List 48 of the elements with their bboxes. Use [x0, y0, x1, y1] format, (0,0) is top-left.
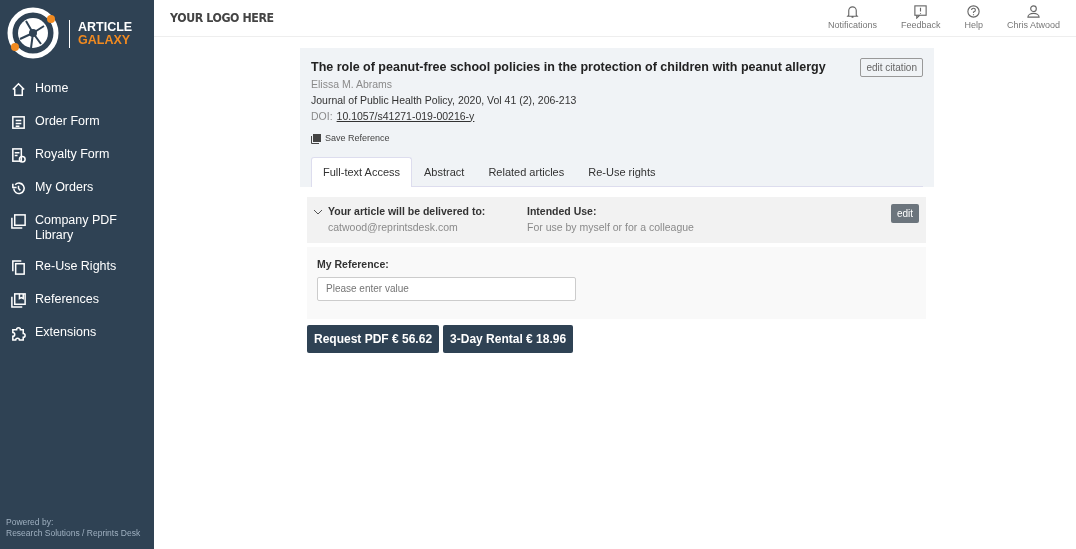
article-title: The role of peanut-free school policies in the protection of children with peanut allergy: [311, 59, 826, 76]
save-reference-link[interactable]: Save Reference: [311, 132, 390, 146]
sidebar-item[interactable]: Re-Use Rights: [0, 259, 154, 276]
delivery-label: Your article will be delivered to:: [328, 204, 487, 220]
user-icon: [1026, 3, 1041, 19]
sidebar-item[interactable]: Royalty Form: [0, 147, 154, 164]
logo-text: YOUR LOGO HERE: [170, 9, 274, 28]
request-button[interactable]: Request PDF € 56.62: [307, 324, 440, 353]
footer-text: Powered by:: [6, 517, 55, 528]
doi-link[interactable]: 10.1057/s41271-019-00216-y: [336, 108, 475, 125]
doi-label: DOI:: [311, 108, 333, 124]
history-icon: [10, 180, 27, 197]
intended-use-text: For use by myself or for a colleague: [527, 220, 695, 235]
journal-text: Journal of Public Health Policy, 2020, Vol 41 (2), 206-213: [311, 92, 578, 108]
header-action[interactable]: Notifications: [827, 3, 877, 33]
intended-use-label: Intended Use:: [527, 204, 598, 220]
brand-text: GALAXY: [78, 33, 132, 47]
puzzle-icon: [10, 325, 27, 342]
edit-citation-button[interactable]: edit citation: [860, 58, 923, 77]
sidebar-item[interactable]: Extensions: [0, 325, 154, 342]
header-action[interactable]: Feedback: [900, 3, 941, 33]
tab[interactable]: Full-text Access: [311, 156, 413, 188]
brand-text: ARTICLE: [78, 20, 133, 34]
request-button[interactable]: 3-Day Rental € 18.96: [443, 324, 574, 353]
document-icon: [10, 114, 27, 131]
bell-icon: [844, 3, 860, 19]
logo-icon: [6, 6, 61, 61]
sidebar-item[interactable]: Order Form: [0, 114, 154, 131]
email-text: catwood@reprintsdesk.com: [328, 220, 459, 235]
document-icon: [10, 147, 27, 164]
reference-label: My Reference:: [317, 256, 390, 272]
edit-button[interactable]: edit: [890, 204, 919, 224]
help-icon: [966, 3, 982, 19]
header-action[interactable]: Help: [964, 3, 983, 33]
header-action[interactable]: Chris Atwood: [1006, 3, 1060, 33]
author-text: Elissa M. Abrams: [311, 77, 394, 92]
sidebar-item[interactable]: Company PDF Library: [0, 213, 154, 243]
home-icon: [10, 81, 27, 98]
feedback-icon: [913, 3, 929, 19]
copy-icon: [10, 259, 27, 276]
tab[interactable]: Related articles: [476, 156, 577, 187]
reference-field[interactable]: Please enter value: [317, 276, 576, 301]
sidebar-item[interactable]: Home: [0, 81, 154, 98]
footer-text: Research Solutions / Reprints Desk: [6, 528, 142, 539]
sidebar-item[interactable]: My Orders: [0, 180, 154, 197]
sidebar-item[interactable]: References: [0, 292, 154, 309]
tab[interactable]: Re-Use rights: [576, 156, 668, 187]
tab[interactable]: Abstract: [412, 156, 477, 187]
